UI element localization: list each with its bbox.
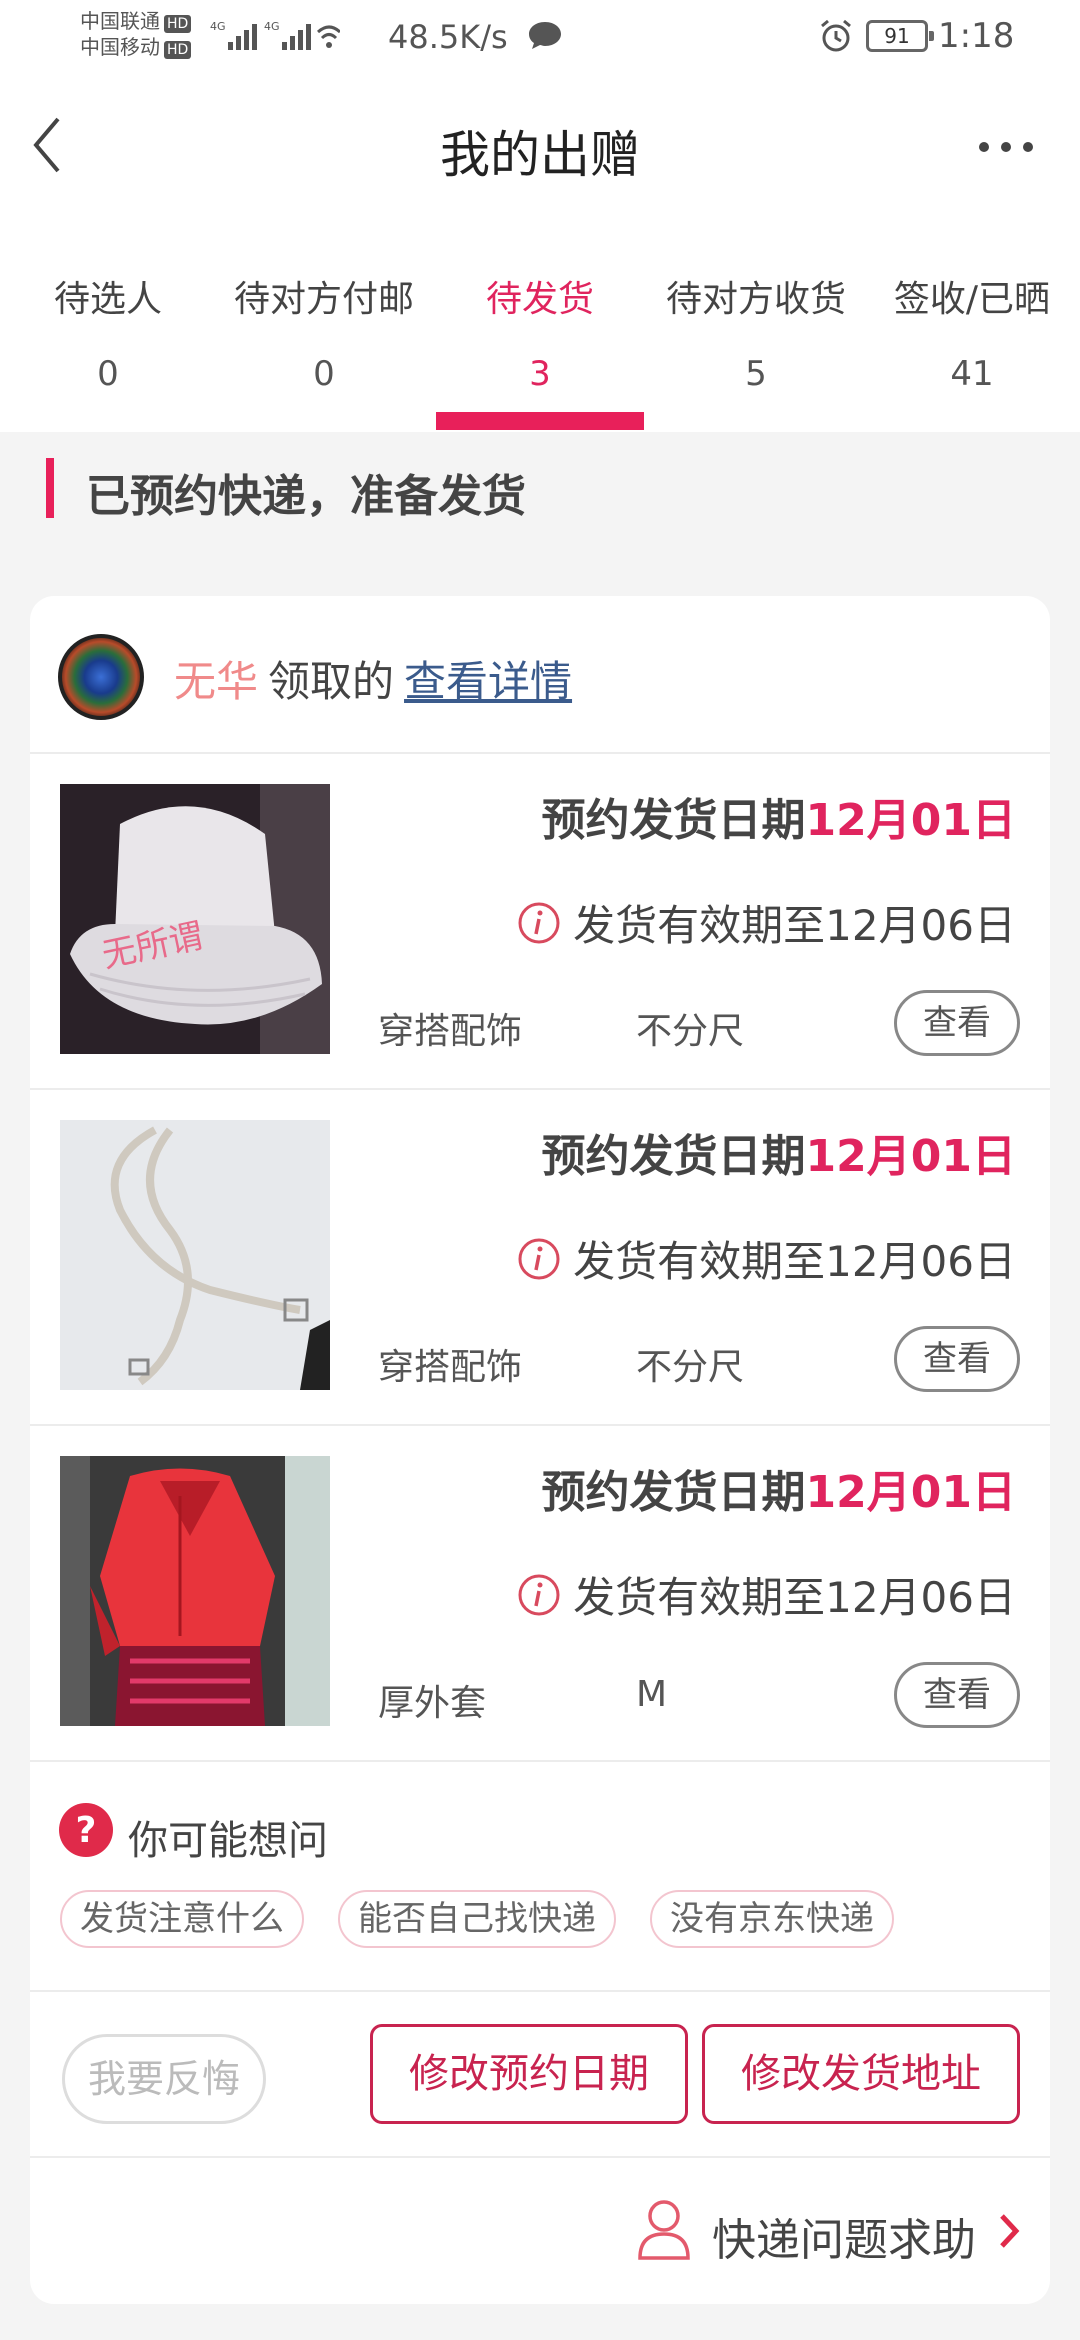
shipment-card: 无华 领取的 查看详情 无所谓 预约发货日期12月01日 发货有效期至12月06日 … (30, 596, 1050, 2304)
status-bar: 中国联通 HD 中国移动 HD 4G 4G 48.5K/s 91 1:18 (0, 0, 1080, 75)
tab-received[interactable]: 签收/已晒 41 (864, 220, 1080, 432)
svg-text:4G: 4G (264, 20, 280, 33)
info-icon (518, 902, 560, 943)
info-icon (518, 1574, 560, 1615)
validity-text: 发货有效期至12月06日 (573, 901, 1016, 950)
faq-chips: 发货注意什么 能否自己找快递 没有京东快递 (60, 1890, 894, 1948)
tab-label: 待对方付邮 (233, 279, 414, 320)
carrier-2: 中国移动 (80, 35, 160, 59)
tab-label: 待对方收货 (665, 279, 846, 320)
active-tab-indicator (436, 412, 644, 430)
change-address-button[interactable]: 修改发货地址 (702, 2024, 1020, 2124)
item-photo-hat[interactable]: 无所谓 (60, 784, 330, 1054)
receiver-text: 无华 领取的 查看详情 (174, 648, 572, 709)
tab-label: 签收/已晒 (893, 279, 1051, 320)
receiver-action: 领取的 (268, 657, 395, 706)
tab-label: 待选人 (53, 279, 162, 320)
action-bar: 我要反悔 修改预约日期 修改发货地址 (30, 1992, 1050, 2158)
receiver-row: 无华 领取的 查看详情 (30, 596, 1050, 754)
courier-help-label: 快递问题求助 (712, 2215, 976, 2266)
view-item-button[interactable]: 查看 (894, 1662, 1020, 1728)
ship-date-value: 12月01日 (805, 1131, 1016, 1182)
scheduled-ship-date: 预约发货日期12月01日 (542, 1120, 1016, 1184)
item-size: 不分尺 (636, 1011, 745, 1052)
more-dots-icon[interactable] (976, 127, 1036, 167)
scheduled-ship-date: 预约发货日期12月01日 (542, 784, 1016, 848)
validity-text: 发货有效期至12月06日 (573, 1573, 1016, 1622)
item-photo-belt[interactable] (60, 1120, 330, 1390)
info-icon (518, 1238, 560, 1279)
ship-date-value: 12月01日 (805, 795, 1016, 846)
avatar[interactable] (58, 634, 144, 720)
question-icon: ? (59, 1803, 113, 1857)
tab-label: 待发货 (485, 279, 594, 320)
tab-pending-selection[interactable]: 待选人 0 (0, 220, 216, 432)
tab-count: 0 (97, 354, 119, 394)
view-item-button[interactable]: 查看 (894, 1326, 1020, 1392)
list-item: 预约发货日期12月01日 发货有效期至12月06日 穿搭配饰 不分尺 查看 (30, 1090, 1050, 1426)
ship-validity: 发货有效期至12月06日 (517, 1228, 1016, 1289)
regret-button[interactable]: 我要反悔 (62, 2034, 266, 2124)
tab-count: 5 (745, 354, 767, 394)
courier-help-row[interactable]: 快递问题求助 (30, 2158, 1050, 2304)
status-tabs: 待选人 0 待对方付邮 0 待发货 3 待对方收货 5 签收/已晒 41 (0, 220, 1080, 432)
alarm-icon (821, 19, 851, 52)
tab-count: 3 (529, 354, 551, 394)
svg-text:?: ? (76, 1810, 97, 1851)
carrier-1: 中国联通 (80, 9, 160, 33)
change-date-button[interactable]: 修改预约日期 (370, 2024, 688, 2124)
item-category: 穿搭配饰 (378, 1347, 523, 1388)
tab-pending-receipt[interactable]: 待对方收货 5 (648, 220, 864, 432)
tab-pending-shipment[interactable]: 待发货 3 (432, 220, 648, 432)
hd-badge: HD (164, 15, 192, 33)
tab-count: 0 (313, 354, 335, 394)
ship-validity: 发货有效期至12月06日 (517, 892, 1016, 953)
faq-title: 你可能想问 (128, 1818, 328, 1864)
chevron-right-icon (1000, 2214, 1020, 2248)
list-item: 预约发货日期12月01日 发货有效期至12月06日 厚外套 M 查看 (30, 1426, 1050, 1762)
section-title: 已预约快递，准备发货 (86, 471, 526, 522)
ship-date-label: 预约发货日期 (541, 795, 806, 846)
item-category: 厚外套 (378, 1683, 487, 1724)
tab-count: 41 (950, 354, 994, 394)
battery-icon: 91 (866, 20, 934, 52)
scheduled-ship-date: 预约发货日期12月01日 (542, 1456, 1016, 1520)
network-speed: 48.5K/s (388, 18, 508, 56)
tab-pending-postage[interactable]: 待对方付邮 0 (216, 220, 432, 432)
faq-chip-no-jd-express[interactable]: 没有京东快递 (650, 1890, 894, 1948)
list-item: 无所谓 预约发货日期12月01日 发货有效期至12月06日 穿搭配饰 不分尺 查… (30, 754, 1050, 1090)
clock: 1:18 (938, 16, 1015, 56)
carrier-info: 中国联通 HD 中国移动 HD (80, 8, 192, 60)
item-photo-jacket[interactable] (60, 1456, 330, 1726)
person-icon (638, 2200, 690, 2260)
ship-date-label: 预约发货日期 (541, 1131, 806, 1182)
ship-date-label: 预约发货日期 (541, 1467, 806, 1518)
faq-section: ? 你可能想问 发货注意什么 能否自己找快递 没有京东快递 (30, 1762, 1050, 1992)
faq-chip-shipping-notes[interactable]: 发货注意什么 (60, 1890, 304, 1948)
receiver-name[interactable]: 无华 (174, 657, 258, 706)
page-title: 我的出赠 (440, 126, 640, 184)
faq-chip-own-courier[interactable]: 能否自己找快递 (338, 1890, 616, 1948)
ship-date-value: 12月01日 (805, 1467, 1016, 1518)
ship-validity: 发货有效期至12月06日 (517, 1564, 1016, 1625)
section-accent-bar (46, 458, 54, 518)
signal-icon: 4G 4G (210, 20, 340, 50)
hd-badge: HD (164, 41, 192, 59)
view-item-button[interactable]: 查看 (894, 990, 1020, 1056)
item-category: 穿搭配饰 (378, 1011, 523, 1052)
chat-icon (529, 22, 561, 49)
item-size: 不分尺 (636, 1347, 745, 1388)
svg-text:4G: 4G (210, 20, 226, 33)
view-details-link[interactable]: 查看详情 (404, 657, 572, 706)
app-header: 我的出赠 (0, 75, 1080, 220)
validity-text: 发货有效期至12月06日 (573, 1237, 1016, 1286)
item-size: M (636, 1674, 668, 1715)
